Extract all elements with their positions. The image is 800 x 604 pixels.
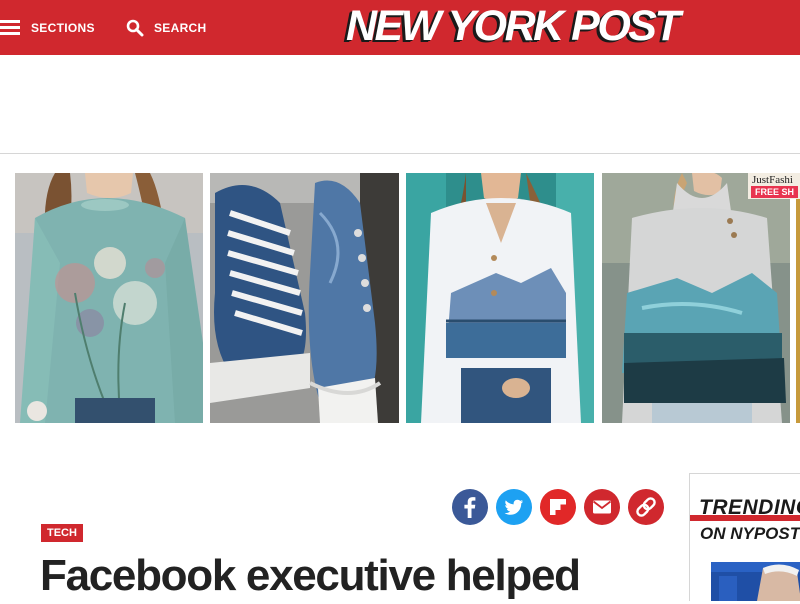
logo-text: NEW YORK POST bbox=[346, 2, 681, 50]
link-icon bbox=[636, 497, 656, 517]
site-header: SECTIONS SEARCH NEW YORK POST bbox=[0, 0, 800, 55]
share-facebook-button[interactable] bbox=[452, 489, 488, 525]
divider bbox=[0, 153, 800, 154]
ad-slot bbox=[0, 55, 800, 153]
search-label: SEARCH bbox=[154, 20, 207, 35]
site-logo[interactable]: NEW YORK POST bbox=[346, 2, 681, 50]
trending-subtitle: ON NYPOST bbox=[700, 524, 800, 543]
twitter-icon bbox=[504, 499, 523, 515]
facebook-icon bbox=[464, 497, 476, 518]
free-shipping-badge: FREE SH bbox=[751, 186, 799, 198]
share-twitter-button[interactable] bbox=[496, 489, 532, 525]
sections-button[interactable]: SECTIONS bbox=[0, 0, 95, 55]
share-flipboard-button[interactable] bbox=[540, 489, 576, 525]
product-denim-sneakers[interactable] bbox=[210, 173, 399, 423]
share-link-button[interactable] bbox=[628, 489, 664, 525]
product-landscape-cowl-top[interactable] bbox=[602, 173, 790, 423]
category-tag[interactable]: TECH bbox=[41, 524, 83, 542]
product-landscape-cardigan[interactable] bbox=[406, 173, 594, 423]
article-headline: Facebook executive helped bbox=[40, 551, 581, 600]
ad-store-badge[interactable]: JustFashi FREE SH bbox=[748, 173, 800, 199]
store-name: JustFashi bbox=[752, 174, 793, 186]
product-floral-sweatshirt[interactable] bbox=[15, 173, 203, 423]
search-button[interactable]: SEARCH bbox=[126, 0, 206, 55]
trending-thumbnail[interactable] bbox=[711, 562, 800, 601]
email-icon bbox=[592, 500, 612, 514]
flipboard-icon bbox=[550, 499, 566, 515]
product-carousel: JustFashi FREE SH bbox=[0, 173, 800, 423]
sections-label: SECTIONS bbox=[31, 20, 95, 35]
hamburger-icon bbox=[0, 20, 20, 35]
search-icon bbox=[126, 19, 154, 37]
product-partial[interactable] bbox=[796, 173, 800, 423]
trending-panel: TRENDING ON NYPOST bbox=[689, 473, 800, 601]
share-email-button[interactable] bbox=[584, 489, 620, 525]
trending-accent-bar bbox=[690, 515, 800, 521]
